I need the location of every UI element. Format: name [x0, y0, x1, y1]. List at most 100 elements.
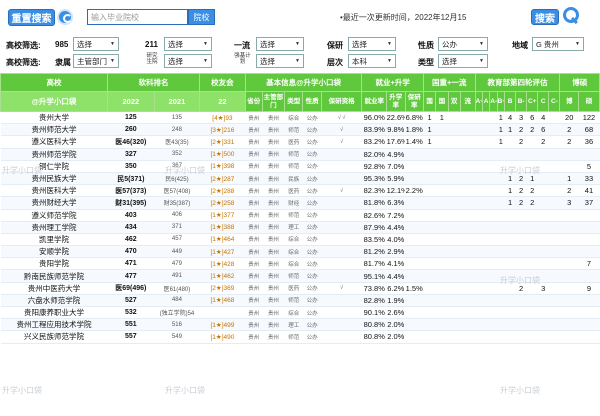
cell-name[interactable]: 遵义医科大学 [0, 135, 108, 149]
table-row[interactable]: 贵州财经大学 财31(395) 财35(387) [2★]258 贵州 贵州 财经 公办 81.… [0, 196, 600, 210]
cell-name[interactable]: 贵州财经大学 [0, 196, 108, 210]
filter-first-select[interactable]: 选择 ▼ [256, 37, 304, 51]
table-row[interactable]: 六盘水师范学院 527 484 [1★]468 贵州 贵州 师范 公办 82.8% 1.9% [0, 294, 600, 308]
cell-nat: 公办 [302, 257, 322, 271]
header-kind: 类型 [283, 91, 304, 112]
chevron-down-icon: ▼ [387, 58, 392, 64]
table-row[interactable]: 贵州民族大学 民5(371) 民6(425) [2★]287 贵州 贵州 民族 公办 95.3%… [0, 172, 600, 186]
table-row[interactable]: 贵州医科大学 医57(373) 医57(408) [2★]288 贵州 贵州 医药 公办 √ 8… [0, 184, 600, 198]
filter-grad-select[interactable]: 选择 ▼ [348, 37, 396, 51]
cell-r21: 549 [154, 330, 200, 344]
cell-n1 [423, 306, 436, 320]
table-row[interactable]: 贵阳学院 471 479 [1★]428 贵州 贵州 综合 公办 81.7% 4.1% 7 [0, 257, 600, 271]
filter-region-select[interactable]: G 贵州 ▼ [532, 37, 584, 51]
cell-prov: 贵州 [245, 148, 263, 161]
cell-e5 [515, 233, 527, 247]
table-row[interactable]: 遵义师范学院 403 406 [1★]377 贵州 贵州 师范 公办 82.6% 7.2% [0, 209, 600, 222]
cell-name[interactable]: 铜仁学院 [0, 160, 108, 173]
cell-gr [405, 269, 424, 283]
filter-type-select[interactable]: 选择 ▼ [438, 54, 488, 68]
table-row[interactable]: 贵州师范大学 260 248 [3★]216 贵州 贵州 师范 公办 √ 83.9% 9.8% 1.… [0, 123, 600, 137]
table-row[interactable]: 遵义医科大学 医46(320) 医43(35) [2★]331 贵州 贵州 医药 公办 √ 83… [0, 135, 600, 149]
filter-985-select[interactable]: 选择 ▼ [73, 37, 119, 51]
cell-d1: 3 [559, 196, 579, 210]
cell-name[interactable]: 贵州民族大学 [0, 172, 108, 186]
cell-name[interactable]: 贵州师范学院 [0, 148, 108, 161]
table-row[interactable]: 贵州理工学院 434 371 [1★]388 贵州 贵州 理工 公办 87.9% 4.4% [0, 221, 600, 234]
cell-flags [321, 306, 362, 320]
cell-name[interactable]: 贵阳康养职业大学 [0, 306, 108, 320]
filter-level-select[interactable]: 本科 ▼ [348, 54, 396, 68]
school-button[interactable]: 院校 [188, 9, 215, 25]
cell-e7 [537, 306, 549, 320]
table-row[interactable]: 贵州大学125135[4★]93贵州贵州综合公办√ √96.0%22.6%6.8… [0, 111, 600, 125]
header-soft-rank[interactable]: 软科排名 [106, 73, 201, 92]
filter-basic-select[interactable]: 选择 ▼ [256, 54, 304, 68]
cell-e7 [537, 269, 549, 283]
cell-name[interactable]: 贵州大学 [0, 111, 108, 125]
header-22[interactable]: 22 [199, 91, 246, 112]
cell-name[interactable]: 安顺学院 [0, 245, 108, 259]
table-row[interactable]: 贵州师范学院 327 352 [1★]500 贵州 贵州 师范 公办 82.0% 4.9% [0, 148, 600, 161]
cell-gr [405, 245, 424, 259]
cell-empty [489, 123, 498, 137]
chevron-down-icon: ▼ [295, 41, 300, 47]
cell-name[interactable]: 凯里学院 [0, 233, 108, 247]
school-search-input[interactable]: 输入毕业院校 [87, 9, 188, 25]
header-school[interactable]: 高校 [0, 73, 108, 92]
table-row[interactable]: 贵阳康养职业大学 532 (独立学院)54 贵州 贵州 综合 公办 90.1% 2.6% [0, 306, 600, 320]
cell-nat: 公办 [302, 172, 322, 186]
cell-r21: 371 [154, 221, 200, 234]
reset-search-button[interactable]: 重置搜索 [8, 9, 55, 26]
table-row[interactable]: 贵州中医药大学 医69(496) 医61(480) [2★]369 贵州 贵州 医药 公办 √… [0, 282, 600, 295]
filter-211-select[interactable]: 选择 ▼ [164, 37, 212, 51]
cell-e2 [482, 184, 490, 198]
cell-e5: 2 [515, 172, 527, 186]
cell-r22: 医46(320) [107, 135, 155, 149]
cell-kind: 民族 [284, 172, 303, 186]
cell-name[interactable]: 六盘水师范学院 [0, 294, 108, 308]
cell-name[interactable]: 兴义民族师范学院 [0, 330, 108, 344]
cell-e4 [504, 269, 516, 283]
cell-e6 [526, 306, 538, 320]
cell-up: 6.2% [386, 282, 405, 295]
table-row[interactable]: 铜仁学院 350 367 [1★]398 贵州 贵州 师范 公办 92.8% 7.0% 5 [0, 160, 600, 173]
cell-e2 [482, 209, 490, 222]
cell-name[interactable]: 贵州中医药大学 [0, 282, 108, 295]
cell-e3 [497, 233, 505, 247]
filter-level-value: 本科 [352, 56, 367, 66]
cell-e6: 6 [526, 111, 538, 125]
cell-kind: 综合 [284, 233, 303, 247]
cell-name[interactable]: 贵州师范大学 [0, 123, 108, 137]
search-icon[interactable] [563, 7, 579, 23]
cell-e5 [515, 245, 527, 259]
table-row[interactable]: 黔南民族师范学院 477 491 [1★]462 贵州 贵州 师范 公办 95.1% 4.4% [0, 269, 600, 283]
filter-nature-select[interactable]: 公办 ▼ [438, 37, 488, 51]
chevron-down-icon: ▼ [203, 58, 208, 64]
cell-name[interactable]: 贵州医科大学 [0, 184, 108, 198]
cell-e7 [537, 160, 549, 173]
header-2021[interactable]: 2021 [153, 91, 201, 112]
table-row[interactable]: 安顺学院 470 449 [1★]427 贵州 贵州 综合 公办 81.2% 2.9% [0, 245, 600, 259]
refresh-icon[interactable] [57, 9, 73, 25]
header-up: 升学率 [386, 91, 406, 112]
cell-emp: 81.2% [361, 245, 387, 259]
cell-name[interactable]: 贵州理工学院 [0, 221, 108, 234]
cell-kind: 综合 [284, 306, 303, 320]
filter-research-select[interactable]: 选择 ▼ [164, 54, 212, 68]
search-button[interactable]: 搜索 [531, 9, 559, 25]
chevron-down-icon: ▼ [479, 41, 484, 47]
cell-name[interactable]: 贵阳学院 [0, 257, 108, 271]
table-row[interactable]: 贵州工程应用技术学院 551 516 [1★]499 贵州 贵州 理工 公办 80.8% 2.0% [0, 318, 600, 332]
header-2022[interactable]: 2022 [106, 91, 155, 112]
cell-name[interactable]: 遵义师范学院 [0, 209, 108, 222]
table-row[interactable]: 兴义民族师范学院 557 549 [1★]490 贵州 贵州 师范 公办 80.8% 2.0% [0, 330, 600, 344]
cell-name[interactable]: 贵州工程应用技术学院 [0, 318, 108, 332]
cell-name[interactable]: 黔南民族师范学院 [0, 269, 108, 283]
cell-alu: [4★]93 [199, 111, 246, 125]
cell-kind: 综合 [284, 245, 303, 259]
table-row[interactable]: 凯里学院 462 457 [1★]464 贵州 贵州 综合 公办 83.5% 4.0% [0, 233, 600, 247]
header-alumni[interactable]: 校友会 [199, 73, 246, 92]
filter-affil-select[interactable]: 主管部门 ▼ [73, 54, 119, 68]
cell-n2 [435, 294, 448, 308]
